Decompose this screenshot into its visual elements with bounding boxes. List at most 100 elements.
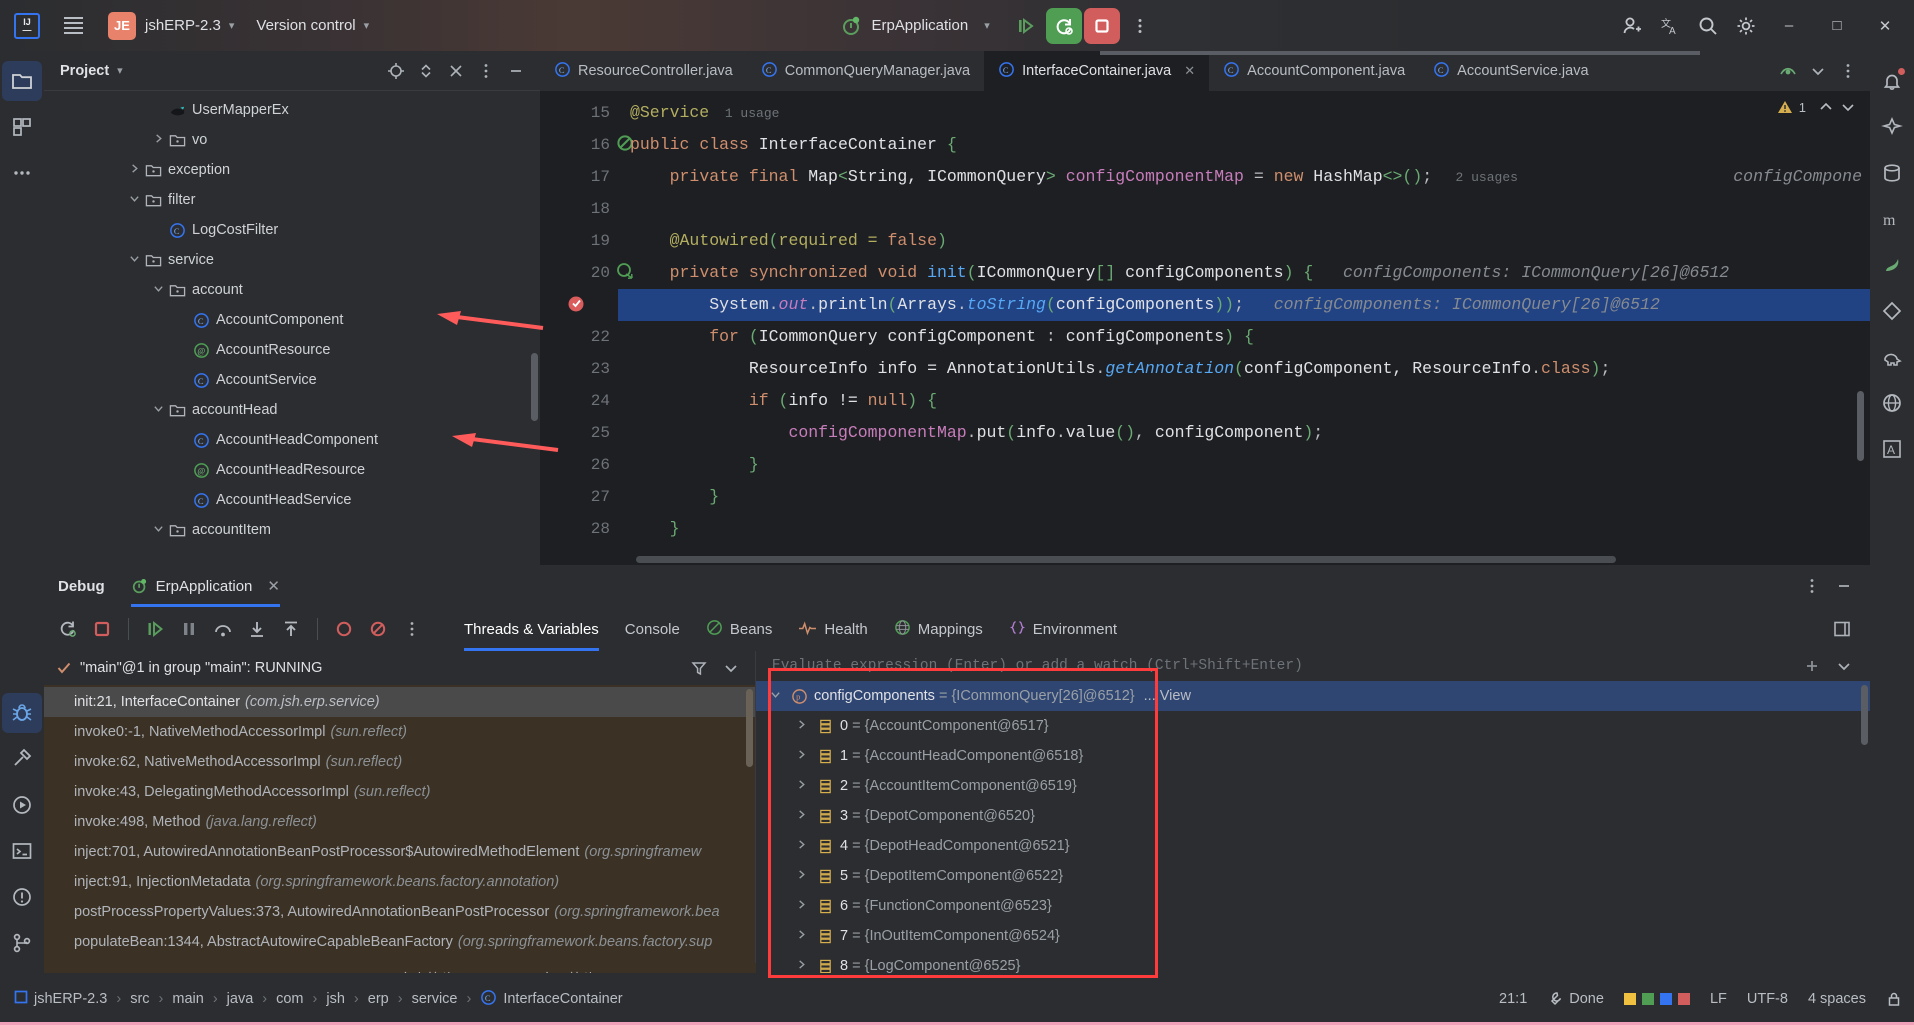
gutter-line-19[interactable]: 19	[540, 225, 618, 257]
maven-m-icon[interactable]: m	[1872, 199, 1912, 239]
debug-subtab-beans[interactable]: Beans	[706, 607, 772, 651]
close-session-icon[interactable]: ✕	[267, 577, 280, 595]
chevron-right-icon[interactable]	[796, 749, 807, 760]
gutter-line-24[interactable]: 24	[540, 385, 618, 417]
variable-row[interactable]: 7 = {InOutItemComponent@6524}	[756, 921, 1870, 951]
options-icon[interactable]	[472, 57, 500, 85]
tree-item-accountresource[interactable]: @ AccountResource	[44, 335, 540, 365]
gutter-line-28[interactable]: 28	[540, 513, 618, 545]
variable-arrow[interactable]	[788, 779, 814, 793]
chevron-right-icon[interactable]	[796, 809, 807, 820]
breadcrumb-item-java[interactable]: java	[227, 991, 254, 1007]
tree-item-vo[interactable]: vo	[44, 125, 540, 155]
code-line-23[interactable]: ResourceInfo info = AnnotationUtils.getA…	[618, 353, 1870, 385]
chevron-right-icon[interactable]	[796, 839, 807, 850]
editor-tab-accountservice-java[interactable]: C AccountService.java	[1419, 51, 1602, 91]
editor-code-lines[interactable]: @Service 1 usage public class InterfaceCo…	[618, 91, 1870, 565]
editor-preview-icon[interactable]	[1774, 57, 1802, 85]
code-editor[interactable]: 1 15 16 17 18 19 20 22 23 24 25 26 27 28 @Service 1 …	[540, 91, 1870, 565]
code-line-17[interactable]: private final Map<String, ICommonQuery> …	[618, 161, 1870, 193]
run-configuration-selector[interactable]: ErpApplication ▾	[833, 11, 1005, 41]
project-chevron-down-icon[interactable]: ▾	[229, 19, 235, 32]
code-line-24[interactable]: if (info != null) {	[618, 385, 1870, 417]
step-over-button[interactable]	[207, 613, 239, 645]
sidebar-item-build[interactable]	[2, 739, 42, 779]
breadcrumb-item-jsherp-2-3[interactable]: jshERP-2.3	[34, 991, 107, 1007]
breadcrumb-item-jsh[interactable]: jsh	[326, 991, 345, 1007]
sidebar-item-git[interactable]	[2, 923, 42, 963]
debug-session-tab[interactable]: ErpApplication ✕	[130, 565, 281, 607]
tree-arrow[interactable]	[126, 163, 142, 177]
caret-position[interactable]: 21:1	[1499, 991, 1527, 1007]
translate-icon[interactable]: 文A	[1652, 8, 1688, 44]
breadcrumb-item-service[interactable]: service	[412, 991, 458, 1007]
watch-chevron-down-icon[interactable]	[1830, 652, 1858, 680]
variable-arrow[interactable]	[788, 929, 814, 943]
tree-item-accountheadservice[interactable]: C AccountHeadService	[44, 485, 540, 515]
tree-item-service[interactable]: service	[44, 245, 540, 275]
indexing-status[interactable]: Done	[1547, 991, 1604, 1007]
variable-row[interactable]: 5 = {DepotItemComponent@6522}	[756, 861, 1870, 891]
view-breakpoints-button[interactable]	[328, 613, 360, 645]
sidebar-item-more[interactable]	[2, 153, 42, 193]
minimize-window-button[interactable]: –	[1766, 0, 1812, 51]
editor-gutter[interactable]: 15 16 17 18 19 20 22 23 24 25 26 27 28	[540, 91, 633, 565]
gutter-line-26[interactable]: 26	[540, 449, 618, 481]
variable-arrow[interactable]	[788, 959, 814, 973]
chevron-right-icon[interactable]	[796, 899, 807, 910]
gutter-line-15[interactable]: 15	[540, 97, 618, 129]
stack-frame-row[interactable]: inject:91, InjectionMetadata (org.springf…	[44, 867, 755, 897]
project-view-chevron-down-icon[interactable]: ▾	[117, 64, 123, 77]
spring-leaf-icon[interactable]	[1872, 245, 1912, 285]
gutter-line-21[interactable]	[540, 289, 618, 321]
project-tree[interactable]: UserMapperEx vo exception filter C LogCostFil…	[44, 91, 540, 565]
evaluate-expression-row[interactable]: Evaluate expression (Enter) or add a wat…	[756, 651, 1870, 681]
tree-item-accountservice[interactable]: C AccountService	[44, 365, 540, 395]
frames-scrollbar[interactable]	[746, 689, 753, 767]
next-problem-icon[interactable]	[1840, 99, 1856, 115]
variable-arrow[interactable]	[788, 899, 814, 913]
rerun-debug-button[interactable]	[1045, 7, 1082, 44]
variable-row[interactable]: 4 = {DepotHeadComponent@6521}	[756, 831, 1870, 861]
tree-item-accountcomponent[interactable]: C AccountComponent	[44, 305, 540, 335]
code-line-16[interactable]: public class InterfaceContainer {	[618, 129, 1870, 161]
gutter-line-22[interactable]: 22	[540, 321, 618, 353]
code-line-18[interactable]	[618, 193, 1870, 225]
variable-arrow[interactable]	[762, 689, 788, 703]
sidebar-item-problems[interactable]	[2, 877, 42, 917]
editor-vertical-scrollbar[interactable]	[1857, 391, 1864, 461]
gear-icon[interactable]	[1728, 8, 1764, 44]
stack-frame-row[interactable]: postProcessPropertyValues:373, Autowired…	[44, 897, 755, 927]
variable-view-link[interactable]: ... View	[1144, 688, 1191, 704]
color-palette-icon[interactable]	[1623, 993, 1690, 1005]
file-encoding[interactable]: UTF-8	[1747, 991, 1788, 1007]
editor-inspection-widget[interactable]: 1	[1777, 99, 1856, 115]
project-name[interactable]: jshERP-2.3	[145, 17, 221, 34]
chevron-right-icon[interactable]	[796, 959, 807, 970]
stop-button[interactable]	[1083, 7, 1120, 44]
endpoints-globe-icon[interactable]	[1872, 383, 1912, 423]
stack-frame-row[interactable]: invoke:62, NativeMethodAccessorImpl (sun.…	[44, 747, 755, 777]
variable-row[interactable]: 0 = {AccountComponent@6517}	[756, 711, 1870, 741]
chevron-down-icon[interactable]	[153, 403, 164, 414]
code-line-26[interactable]: }	[618, 449, 1870, 481]
sidebar-item-terminal[interactable]	[2, 831, 42, 871]
tree-arrow[interactable]	[126, 253, 142, 267]
editor-options-icon[interactable]	[1834, 57, 1862, 85]
more-run-options-button[interactable]	[1122, 8, 1158, 44]
debug-subtab-environment[interactable]: Environment	[1009, 607, 1117, 651]
mute-breakpoints-button[interactable]	[362, 613, 394, 645]
stack-frame-row[interactable]: populateBean:1344, AbstractAutowireCapab…	[44, 927, 755, 957]
variables-scrollbar[interactable]	[1861, 685, 1868, 745]
chevron-down-icon[interactable]	[129, 193, 140, 204]
thread-selector[interactable]: "main"@1 in group "main": RUNNING	[44, 651, 755, 685]
tree-item-accountheadcomponent[interactable]: C AccountHeadComponent	[44, 425, 540, 455]
main-menu-button[interactable]	[58, 11, 88, 41]
breadcrumb-item-erp[interactable]: erp	[368, 991, 389, 1007]
breakpoint-hit-icon[interactable]	[566, 294, 586, 314]
variable-arrow[interactable]	[788, 839, 814, 853]
variable-row[interactable]: p configComponents = {ICommonQuery[26]@65…	[756, 681, 1870, 711]
editor-tab-interfacecontainer-java[interactable]: C InterfaceContainer.java ✕	[984, 51, 1210, 91]
chevron-right-icon[interactable]	[796, 719, 807, 730]
close-window-button[interactable]: ✕	[1862, 0, 1908, 51]
